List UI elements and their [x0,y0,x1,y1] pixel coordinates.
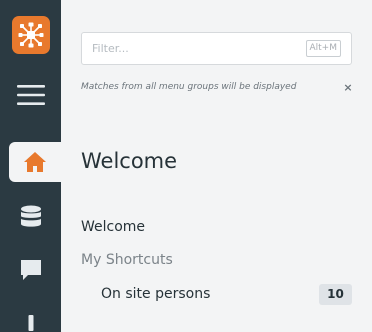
count-badge: 10 [319,284,352,305]
nav-alerts-button[interactable] [0,306,61,332]
menu-panel: Alt+M Matches from all menu groups will … [61,0,372,332]
nav-messages-button[interactable] [0,250,61,290]
alert-icon [28,315,33,331]
page-title: Welcome [81,149,178,173]
menu-toggle-button[interactable] [0,75,61,115]
menu-item-welcome[interactable]: Welcome [81,219,145,235]
filter-box: Alt+M [81,32,352,65]
home-icon [24,152,46,172]
left-rail [0,0,61,332]
shortcut-hint: Alt+M [305,40,341,57]
filter-hint-text: Matches from all menu groups will be dis… [81,82,297,92]
chat-icon [20,260,41,280]
database-icon [20,205,41,227]
close-icon[interactable]: × [342,82,354,94]
org-chart-logo-icon [18,22,44,48]
app-logo[interactable] [12,16,50,54]
filter-input[interactable] [82,33,292,64]
hamburger-menu-icon [16,85,45,105]
nav-home-button[interactable] [9,142,61,182]
menu-item-on-site-persons[interactable]: On site persons [101,286,210,302]
nav-database-button[interactable] [0,197,61,237]
menu-group-my-shortcuts[interactable]: My Shortcuts [81,252,173,268]
